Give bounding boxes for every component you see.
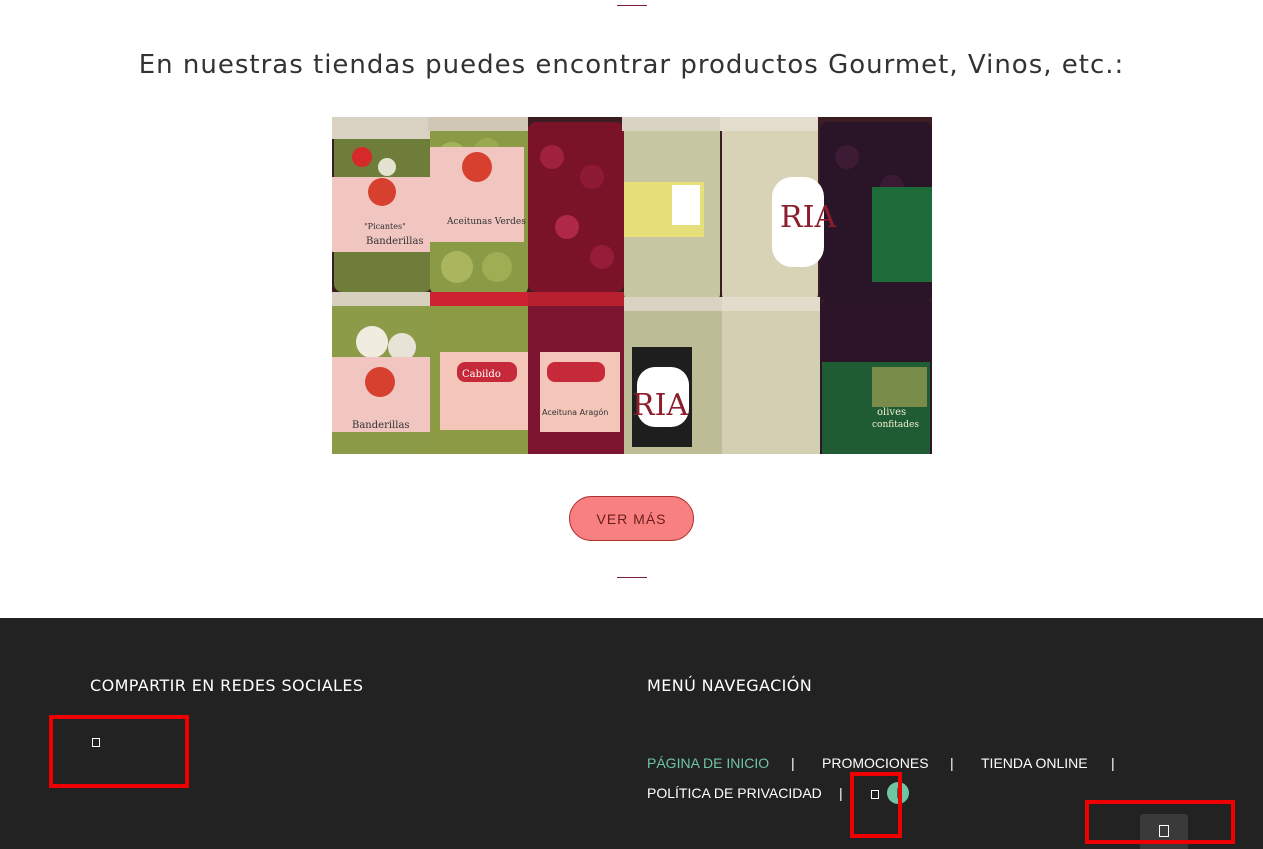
label-picantes: "Picantes" bbox=[364, 222, 406, 231]
label-cabildo: Cabildo bbox=[462, 369, 501, 380]
label-aceitunas-verdes: Aceitunas Verdes bbox=[446, 217, 526, 227]
nav-link-privacidad[interactable]: POLÍTICA DE PRIVACIDAD bbox=[647, 785, 822, 801]
top-divider bbox=[617, 5, 647, 6]
label-aceituna-aragon: Aceituna Aragón bbox=[542, 407, 608, 417]
label-banderillas: Banderillas bbox=[366, 236, 424, 247]
nav-link-inicio[interactable]: PÁGINA DE INICIO bbox=[647, 755, 769, 771]
nav-heading: MENÚ NAVEGACIÓN bbox=[647, 676, 813, 695]
label-confitades: confitades bbox=[872, 420, 919, 430]
share-heading: COMPARTIR EN REDES SOCIALES bbox=[90, 676, 364, 695]
nav-separator: | bbox=[1111, 755, 1115, 771]
highlight-box-social bbox=[850, 772, 902, 838]
highlight-box-scroll bbox=[1085, 800, 1235, 844]
label-ria: RIA bbox=[780, 200, 836, 235]
products-photo: "Picantes" Banderillas Aceitunas Verdes … bbox=[332, 117, 932, 454]
footer: COMPARTIR EN REDES SOCIALES MENÚ NAVEGAC… bbox=[0, 618, 1263, 849]
nav-link-promociones[interactable]: PROMOCIONES bbox=[822, 755, 929, 771]
highlight-box-share bbox=[49, 715, 189, 788]
nav-separator: | bbox=[839, 785, 843, 801]
bottom-divider bbox=[617, 577, 647, 578]
label-ria-2: RIA bbox=[632, 388, 688, 423]
ver-mas-button[interactable]: VER MÁS bbox=[569, 496, 694, 541]
nav-separator: | bbox=[950, 755, 954, 771]
label-olives: olives bbox=[877, 407, 906, 418]
nav-link-tienda-online[interactable]: TIENDA ONLINE bbox=[981, 755, 1088, 771]
label-banderillas-2: Banderillas bbox=[352, 420, 410, 431]
nav-separator: | bbox=[791, 755, 795, 771]
section-title: En nuestras tiendas puedes encontrar pro… bbox=[138, 50, 1125, 80]
